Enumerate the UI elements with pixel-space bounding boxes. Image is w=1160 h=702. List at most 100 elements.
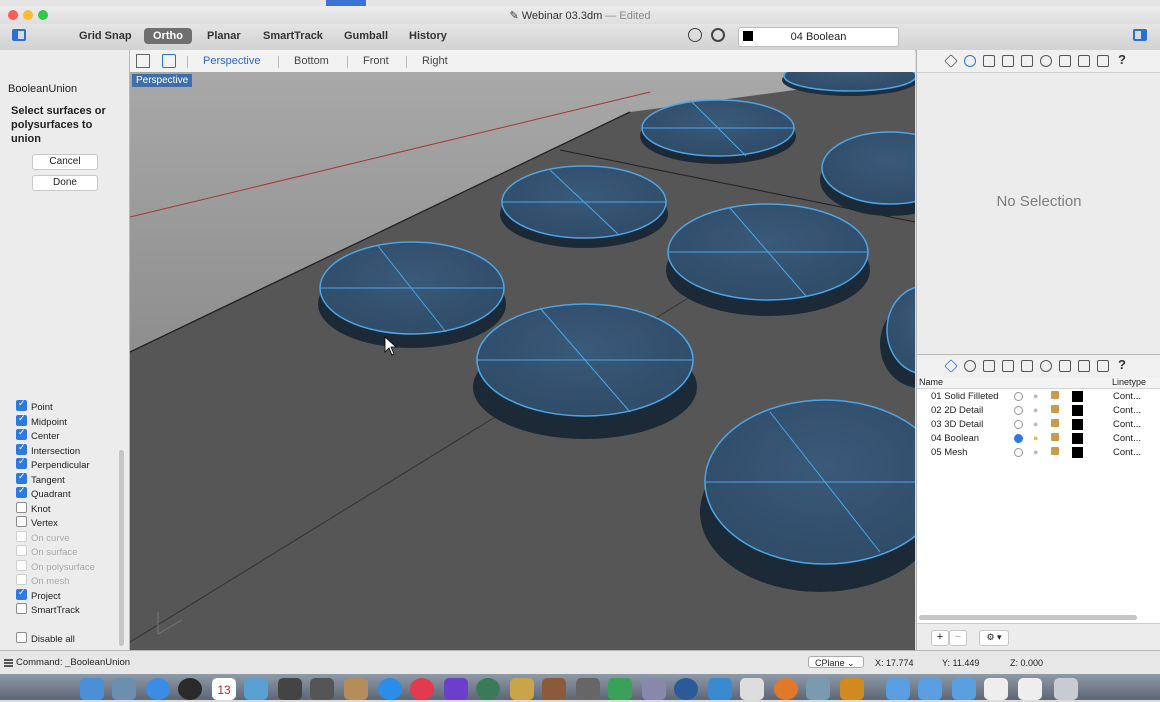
folder-icon[interactable] [918, 678, 942, 700]
lock-icon[interactable] [1051, 405, 1059, 413]
grid-snap-button[interactable]: Grid Snap [70, 28, 141, 44]
ortho-button[interactable]: Ortho [144, 28, 192, 44]
app-icon[interactable] [608, 678, 632, 700]
checkbox-icon[interactable] [16, 471, 27, 484]
app-icon[interactable] [642, 678, 666, 700]
scene-canvas[interactable] [130, 72, 915, 650]
document-icon[interactable] [983, 55, 995, 67]
folder-icon[interactable] [952, 678, 976, 700]
checkbox-icon[interactable] [16, 603, 27, 614]
layer-color-swatch[interactable] [1072, 419, 1083, 430]
tab-front[interactable]: Front [363, 55, 389, 67]
document-icon[interactable] [984, 678, 1008, 700]
notes-icon[interactable] [1059, 55, 1071, 67]
lock-icon[interactable] [1051, 433, 1059, 441]
osnap-disable-all[interactable]: Disable all [16, 632, 75, 646]
lock-icon[interactable] [1051, 391, 1059, 399]
layer-linetype[interactable]: Cont... [1113, 433, 1141, 444]
lock-icon[interactable] [1051, 447, 1059, 455]
app-icon[interactable] [112, 678, 136, 700]
tab-perspective[interactable]: Perspective [203, 55, 260, 67]
right-sidebar-toggle-icon[interactable] [1133, 29, 1147, 41]
app-icon[interactable] [344, 678, 368, 700]
cube-icon[interactable] [1002, 360, 1014, 372]
app-icon[interactable] [510, 678, 534, 700]
sun-icon[interactable] [1040, 360, 1052, 372]
document-icon[interactable] [983, 360, 995, 372]
cancel-button[interactable]: Cancel [32, 154, 98, 170]
tab-right[interactable]: Right [422, 55, 448, 67]
osnap-target-icon[interactable] [711, 28, 725, 42]
cube-icon[interactable] [1002, 55, 1014, 67]
app-icon[interactable] [278, 678, 302, 700]
layer-options-gear-icon[interactable]: ⚙ ▾ [979, 630, 1009, 646]
preview-icon[interactable] [244, 678, 268, 700]
app-icon[interactable] [740, 678, 764, 700]
layer-row[interactable]: 04 Boolean ● Cont... [917, 432, 1160, 446]
app-icon[interactable] [542, 678, 566, 700]
layers-scrollbar[interactable] [919, 615, 1137, 620]
layer-row[interactable]: 02 2D Detail ● Cont... [917, 404, 1160, 418]
layer-color-swatch[interactable] [1072, 391, 1083, 402]
checkbox-icon[interactable] [16, 442, 27, 455]
checkbox-icon[interactable] [16, 632, 27, 643]
osnap-perpendicular[interactable]: Perpendicular [16, 456, 90, 472]
osnap-knot[interactable]: Knot [16, 501, 51, 516]
display-icon[interactable] [1097, 360, 1109, 372]
lightbulb-icon[interactable]: ● [1033, 419, 1038, 429]
osnap-scrollbar[interactable] [119, 450, 124, 646]
left-sidebar-toggle-icon[interactable] [12, 29, 26, 41]
calendar-icon[interactable]: 13 [212, 678, 236, 700]
history-button[interactable]: History [400, 28, 456, 44]
display-icon[interactable] [1097, 55, 1109, 67]
perspective-viewport[interactable]: Perspective [130, 72, 915, 650]
properties-icon[interactable] [964, 55, 976, 67]
layers-icon[interactable] [944, 54, 958, 68]
current-layer-radio[interactable] [1014, 448, 1023, 457]
page-icon[interactable] [1078, 55, 1090, 67]
checkbox-icon[interactable] [16, 413, 27, 426]
help-icon[interactable]: ? [1118, 357, 1130, 372]
current-layer-radio[interactable] [1014, 434, 1023, 443]
checkbox-icon[interactable] [16, 516, 27, 527]
checkbox-icon[interactable] [16, 456, 27, 469]
command-history-icon[interactable] [4, 659, 13, 661]
gumball-button[interactable]: Gumball [335, 28, 397, 44]
checkbox-icon[interactable] [16, 587, 27, 600]
layer-linetype[interactable]: Cont... [1113, 391, 1141, 402]
disc-7[interactable] [473, 303, 697, 439]
osnap-vertex[interactable]: Vertex [16, 516, 58, 530]
current-layer-radio[interactable] [1014, 406, 1023, 415]
cplane-selector[interactable]: CPlane ⌄ [808, 656, 864, 668]
layer-row[interactable]: 03 3D Detail ● Cont... [917, 418, 1160, 432]
layer-linetype[interactable]: Cont... [1113, 419, 1141, 430]
osnap-quadrant[interactable]: Quadrant [16, 485, 71, 501]
osnap-project[interactable]: Project [16, 587, 61, 603]
current-layer-radio[interactable] [1014, 392, 1023, 401]
checkbox-icon[interactable] [16, 427, 27, 440]
layer-linetype[interactable]: Cont... [1113, 405, 1141, 416]
layers-icon[interactable] [944, 359, 958, 373]
layer-color-swatch[interactable] [1072, 405, 1083, 416]
trash-icon[interactable] [1054, 678, 1078, 700]
app-icon[interactable] [806, 678, 830, 700]
layer-linetype[interactable]: Cont... [1113, 447, 1141, 458]
app-icon[interactable] [708, 678, 732, 700]
notes-icon[interactable] [1059, 360, 1071, 372]
safari-icon[interactable] [146, 678, 170, 700]
layer-row[interactable]: 01 Solid Filleted ● Cont... [917, 390, 1160, 404]
app-icon[interactable] [310, 678, 334, 700]
help-icon[interactable]: ? [1118, 52, 1130, 67]
current-layer-selector[interactable]: 04 Boolean [738, 27, 899, 47]
planar-button[interactable]: Planar [198, 28, 250, 44]
properties-icon[interactable] [964, 360, 976, 372]
time-machine-icon[interactable] [476, 678, 500, 700]
disc-4[interactable] [500, 165, 668, 248]
osnap-intersection[interactable]: Intersection [16, 442, 80, 458]
camera-icon[interactable] [1021, 360, 1033, 372]
app-icon[interactable] [674, 678, 698, 700]
column-linetype-header[interactable]: Linetype [1112, 377, 1146, 387]
checkbox-icon[interactable] [16, 501, 27, 513]
filter-icon[interactable] [688, 28, 702, 42]
checkbox-icon[interactable] [16, 398, 27, 411]
